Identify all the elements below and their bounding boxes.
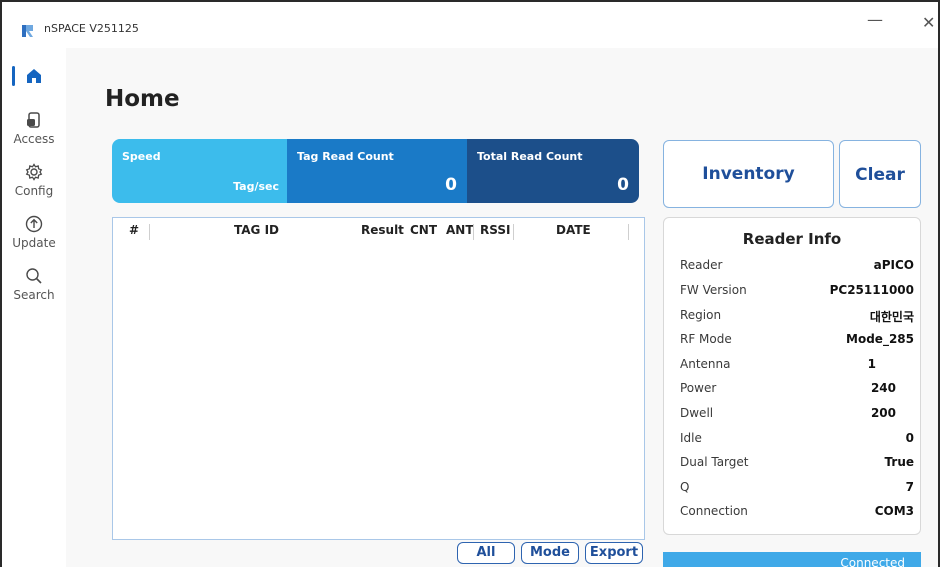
reader-info-key: Idle — [680, 431, 702, 445]
export-button[interactable]: Export — [585, 542, 643, 564]
tag-read-count-card: Tag Read Count 0 — [287, 139, 467, 203]
column-divider — [473, 224, 474, 240]
reader-info-value: PC25111000 — [829, 283, 914, 297]
all-button[interactable]: All — [457, 542, 515, 564]
home-icon — [27, 69, 41, 83]
sidebar-item-home[interactable] — [2, 66, 66, 86]
reader-info-value: Mode_285 — [846, 332, 914, 346]
reader-info-row-connection: Connection COM3 — [680, 502, 914, 524]
speed-card: Speed Tag/sec — [112, 139, 287, 203]
app-title: nSPACE V251125 — [44, 22, 139, 35]
reader-info-row-dual-target: Dual Target True — [680, 453, 914, 475]
app-window: nSPACE V251125 — ✕ Access Config Update … — [0, 0, 940, 567]
column-header-rssi[interactable]: RSSI — [480, 223, 510, 237]
sidebar-item-access[interactable]: Access — [2, 110, 66, 146]
sidebar-item-search[interactable]: Search — [2, 266, 66, 302]
sidebar-item-config[interactable]: Config — [2, 162, 66, 198]
reader-info-key: RF Mode — [680, 332, 732, 346]
inventory-button[interactable]: Inventory — [663, 140, 834, 208]
column-divider — [513, 224, 514, 240]
column-divider — [628, 224, 629, 240]
reader-info-row-idle: Idle 0 — [680, 429, 914, 451]
column-header-index[interactable]: # — [129, 223, 139, 237]
reader-info-value: 0 — [905, 431, 914, 445]
sidebar: Access Config Update Search — [2, 48, 66, 567]
sidebar-item-label: Access — [13, 132, 55, 146]
reader-info-key: Q — [680, 480, 690, 494]
reader-info-key: FW Version — [680, 283, 747, 297]
gear-icon — [25, 163, 43, 181]
sidebar-item-label: Update — [12, 236, 56, 250]
mode-button[interactable]: Mode — [521, 542, 579, 564]
column-header-cnt[interactable]: CNT — [410, 223, 437, 237]
reader-info-row-rf-mode: RF Mode Mode_285 — [680, 330, 914, 352]
reader-info-row-fw-version: FW Version PC25111000 — [680, 281, 914, 303]
close-button[interactable]: ✕ — [922, 10, 938, 36]
column-header-ant[interactable]: ANT — [446, 223, 474, 237]
total-read-count-card: Total Read Count 0 — [467, 139, 639, 203]
app-logo-icon — [22, 25, 33, 37]
reader-info-panel: Reader Info Reader aPICO FW Version PC25… — [663, 217, 921, 535]
reader-info-row-antenna: Antenna 1 — [680, 355, 914, 377]
sidebar-item-label: Search — [13, 288, 55, 302]
page-title: Home — [105, 86, 180, 112]
column-divider — [149, 224, 150, 240]
tag-read-count-label: Tag Read Count — [297, 150, 394, 163]
reader-info-key: Reader — [680, 258, 723, 272]
search-icon — [26, 268, 42, 284]
total-read-count-label: Total Read Count — [477, 150, 583, 163]
reader-info-value: 240 — [870, 381, 896, 395]
reader-info-value: aPICO — [873, 258, 914, 272]
column-header-tag-id[interactable]: TAG ID — [234, 223, 279, 237]
reader-info-row-reader: Reader aPICO — [680, 256, 914, 278]
reader-info-row-q: Q 7 — [680, 478, 914, 500]
reader-info-key: Region — [680, 308, 722, 322]
reader-info-key: Dual Target — [680, 455, 749, 469]
tag-read-count-value: 0 — [445, 175, 457, 195]
reader-info-row-dwell: Dwell 200 — [680, 404, 914, 426]
title-bar: nSPACE V251125 — ✕ — [2, 2, 938, 48]
update-icon — [25, 215, 43, 233]
column-header-result[interactable]: Result — [361, 223, 404, 237]
reader-info-row-power: Power 240 — [680, 379, 914, 401]
reader-info-value: COM3 — [874, 504, 914, 518]
reader-info-value: 1 — [867, 357, 876, 371]
reader-info-value: True — [884, 455, 914, 469]
speed-label: Speed — [122, 150, 161, 163]
reader-info-title: Reader Info — [742, 230, 842, 248]
tag-table[interactable]: # TAG ID Result CNT ANT RSSI DATE — [112, 217, 645, 540]
reader-info-value: 7 — [905, 480, 914, 494]
reader-info-value: 대한민국 — [869, 310, 914, 324]
connection-status-bar: Connected — [663, 552, 921, 567]
sidebar-item-label: Config — [14, 184, 54, 198]
reader-info-key: Power — [680, 381, 717, 395]
reader-info-key: Connection — [680, 504, 748, 518]
clear-button[interactable]: Clear — [839, 140, 921, 208]
speed-unit: Tag/sec — [233, 180, 279, 193]
minimize-button[interactable]: — — [862, 10, 888, 36]
reader-info-key: Antenna — [680, 357, 731, 371]
sidebar-item-update[interactable]: Update — [2, 214, 66, 250]
reader-info-value: 200 — [870, 406, 896, 420]
total-read-count-value: 0 — [617, 175, 629, 195]
column-header-date[interactable]: DATE — [556, 223, 591, 237]
reader-info-key: Dwell — [680, 406, 714, 420]
access-icon — [27, 112, 40, 128]
reader-info-row-region: Region 대한민국 — [680, 306, 914, 328]
